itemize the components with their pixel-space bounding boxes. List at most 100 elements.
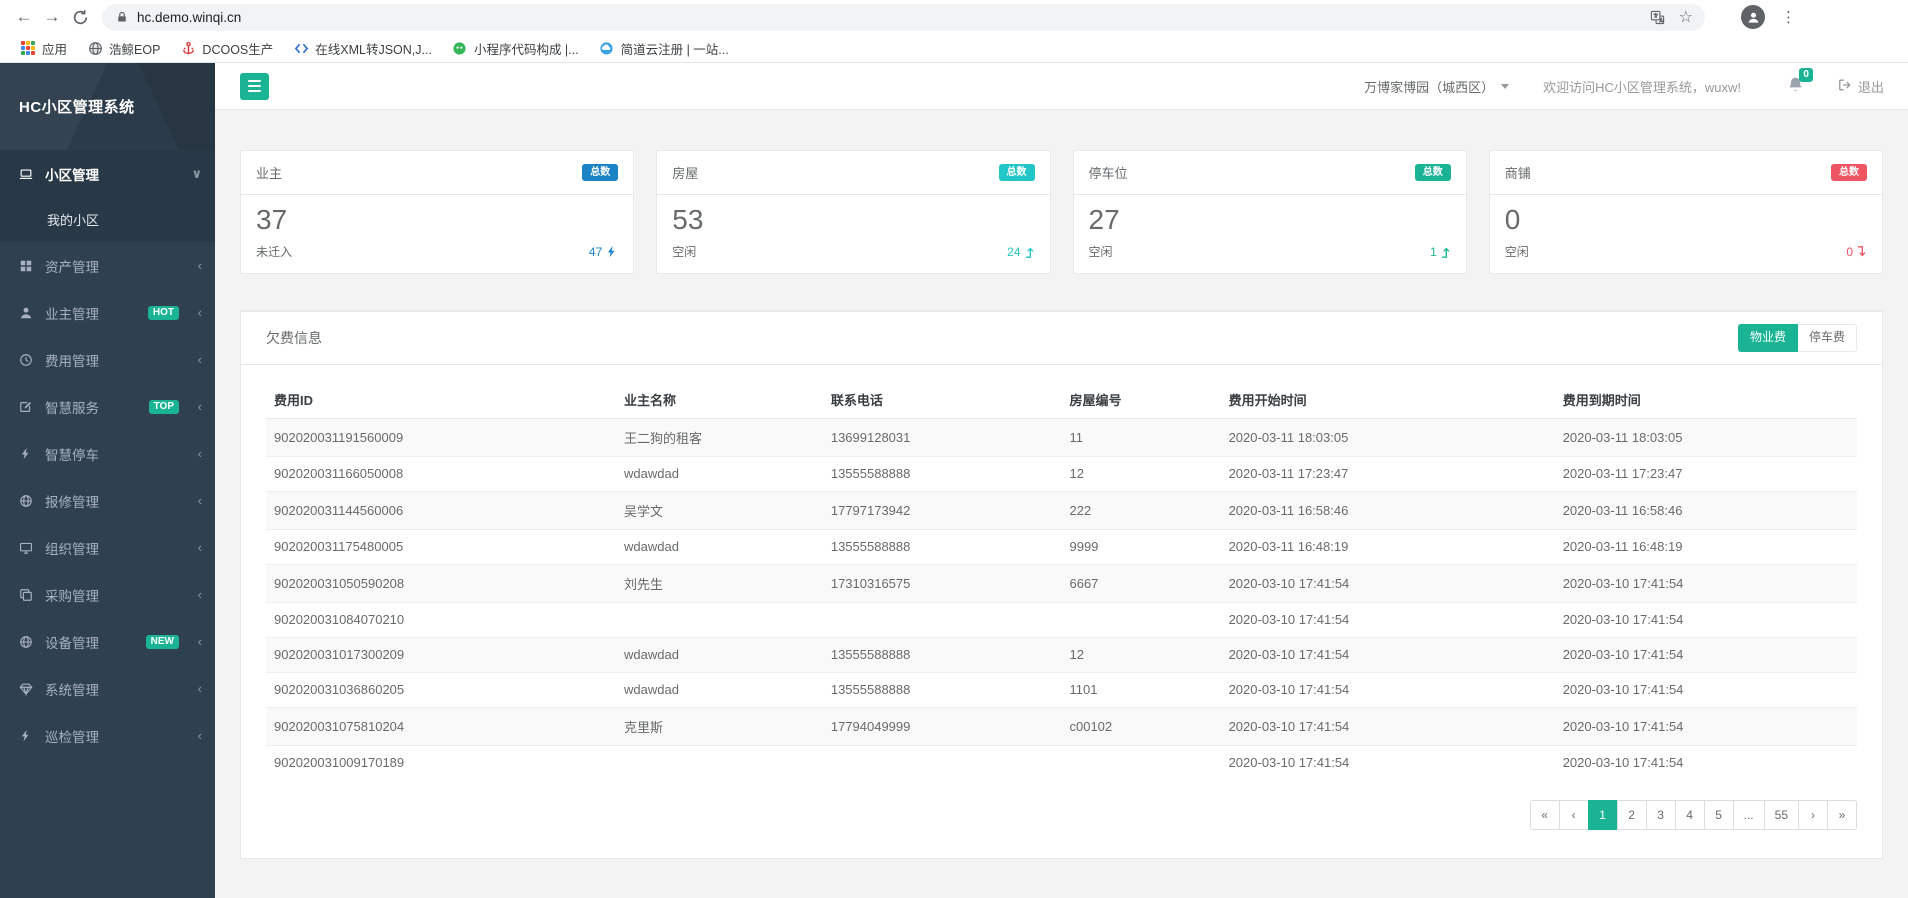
- stat-card-title: 房屋: [672, 163, 698, 182]
- reload-icon[interactable]: [66, 3, 94, 31]
- url-bar[interactable]: hc.demo.winqi.cn ☆: [102, 4, 1705, 31]
- stat-card-houses: 房屋总数53空闲24: [656, 150, 1050, 274]
- table-row: 902020031166050008wdawdad135555888881220…: [266, 456, 1857, 491]
- page-next[interactable]: ›: [1798, 800, 1828, 830]
- stat-card-footer: 空闲0: [1505, 243, 1867, 260]
- logout-button[interactable]: 退出: [1838, 77, 1884, 96]
- fee-type-tabs: 物业费停车费: [1738, 324, 1857, 352]
- page-prev[interactable]: ‹: [1559, 800, 1589, 830]
- table-cell: 2020-03-10 17:41:54: [1555, 745, 1857, 780]
- sidebar-item-repair[interactable]: 报修管理‹: [0, 477, 215, 524]
- globe-icon: [19, 635, 36, 649]
- sidebar-item-system[interactable]: 系统管理‹: [0, 665, 215, 712]
- table-cell: 902020031075810204: [266, 707, 616, 745]
- code-favicon: [293, 40, 309, 56]
- table-row: 902020031050590208刘先生1731031657566672020…: [266, 564, 1857, 602]
- translate-icon[interactable]: [1650, 10, 1665, 25]
- stat-card-footer: 空闲24: [672, 243, 1034, 260]
- stat-total-badge: 总数: [1415, 164, 1451, 181]
- sidebar-item-purchase[interactable]: 采购管理‹: [0, 571, 215, 618]
- table-cell: [616, 745, 823, 780]
- notification-count-badge: 0: [1799, 68, 1813, 82]
- sidebar-group-community: 小区管理 ∨ 我的小区: [0, 150, 215, 242]
- table-cell: 2020-03-10 17:41:54: [1221, 564, 1555, 602]
- stat-footer-number: 1: [1430, 245, 1437, 259]
- page-ellipsis[interactable]: ...: [1733, 800, 1765, 830]
- sidebar-item-smart-parking[interactable]: 智慧停车‹: [0, 430, 215, 477]
- table-cell: wdawdad: [616, 529, 823, 564]
- bookmark-item[interactable]: 在线XML转JSON,J...: [285, 36, 440, 61]
- table-cell: 902020031050590208: [266, 564, 616, 602]
- chevron-left-icon: ‹: [198, 352, 202, 367]
- chevron-down-icon: ∨: [191, 166, 202, 182]
- page-last[interactable]: »: [1827, 800, 1857, 830]
- forward-icon[interactable]: →: [38, 3, 66, 31]
- page-2[interactable]: 2: [1617, 800, 1647, 830]
- page-55[interactable]: 55: [1764, 800, 1799, 830]
- stat-footer-label: 未迁入: [256, 243, 292, 260]
- sidebar-item-community[interactable]: 小区管理 ∨: [0, 150, 215, 197]
- table-cell: 902020031084070210: [266, 602, 616, 637]
- sidebar-subitem-my-community[interactable]: 我的小区: [0, 197, 215, 242]
- profile-avatar[interactable]: [1741, 5, 1765, 29]
- stat-footer-number: 47: [589, 245, 602, 259]
- column-header: 费用开始时间: [1221, 381, 1555, 419]
- browser-menu-icon[interactable]: ⋮: [1781, 8, 1796, 26]
- lock-icon: [116, 11, 128, 23]
- table-cell: 2020-03-10 17:41:54: [1221, 707, 1555, 745]
- notifications-button[interactable]: 0: [1787, 76, 1804, 96]
- page-first[interactable]: «: [1530, 800, 1560, 830]
- bookmark-item[interactable]: 小程序代码构成 |...: [444, 36, 587, 61]
- sidebar-badge: TOP: [149, 400, 179, 414]
- sidebar-item-owner[interactable]: 业主管理HOT‹: [0, 289, 215, 336]
- address-bar-row: ← → hc.demo.winqi.cn ☆ ⋮: [0, 0, 1908, 34]
- sidebar-item-smart-service[interactable]: 智慧服务TOP‹: [0, 383, 215, 430]
- app-title: HC小区管理系统: [19, 96, 135, 117]
- sidebar-item-label: 设备管理: [45, 632, 99, 652]
- stat-card-header: 业主总数: [241, 151, 633, 195]
- bookmark-item[interactable]: 简道云注册 | 一站...: [591, 36, 737, 61]
- tab-parking-fee[interactable]: 停车费: [1798, 324, 1857, 352]
- sidebar-group-system: 系统管理‹: [0, 665, 215, 712]
- community-selector[interactable]: 万博家博园（城西区）: [1364, 77, 1509, 96]
- back-icon[interactable]: ←: [10, 3, 38, 31]
- stat-card-shops: 商铺总数0空闲0: [1489, 150, 1883, 274]
- pagination: «‹12345...55›»: [266, 800, 1857, 830]
- sidebar-item-fee[interactable]: 费用管理‹: [0, 336, 215, 383]
- bookmark-item[interactable]: 浩鲸EOP: [79, 36, 168, 61]
- app-logo: HC小区管理系统: [0, 63, 215, 150]
- sidebar: HC小区管理系统 小区管理∨我的小区资产管理‹业主管理HOT‹费用管理‹智慧服务…: [0, 63, 215, 898]
- apps-button[interactable]: 应用: [12, 36, 75, 61]
- table-cell: 2020-03-11 18:03:05: [1221, 418, 1555, 456]
- stat-card-title: 停车位: [1089, 163, 1128, 182]
- tab-property-fee[interactable]: 物业费: [1738, 324, 1798, 352]
- sidebar-item-organization[interactable]: 组织管理‹: [0, 524, 215, 571]
- page-4[interactable]: 4: [1675, 800, 1705, 830]
- page-5[interactable]: 5: [1704, 800, 1734, 830]
- stat-total-badge: 总数: [1831, 164, 1867, 181]
- stat-card-title: 业主: [256, 163, 282, 182]
- sidebar-item-label: 业主管理: [45, 303, 99, 323]
- stat-card-header: 停车位 总数: [1074, 151, 1466, 195]
- chevron-down-icon: [1501, 84, 1509, 89]
- bookmark-star-icon[interactable]: ☆: [1679, 7, 1693, 27]
- stat-value: 27: [1089, 204, 1451, 236]
- chevron-left-icon: ‹: [198, 681, 202, 696]
- sidebar-toggle-button[interactable]: [240, 73, 269, 100]
- bookmark-label: 简道云注册 | 一站...: [621, 39, 729, 58]
- bookmark-label: DCOOS生产: [202, 39, 273, 58]
- stat-card-footer: 未迁入 47: [256, 243, 618, 260]
- sidebar-item-asset[interactable]: 资产管理‹: [0, 242, 215, 289]
- sidebar-badge: HOT: [148, 306, 179, 320]
- column-header: 联系电话: [823, 381, 1062, 419]
- bookmark-item[interactable]: DCOOS生产: [172, 36, 281, 61]
- page-1[interactable]: 1: [1588, 800, 1618, 830]
- table-cell: 13555588888: [823, 529, 1062, 564]
- level-down-icon: [1856, 246, 1867, 258]
- chevron-left-icon: ‹: [198, 493, 202, 508]
- page-3[interactable]: 3: [1646, 800, 1676, 830]
- sidebar-item-inspection[interactable]: 巡检管理‹: [0, 712, 215, 759]
- bookmark-label: 在线XML转JSON,J...: [315, 39, 432, 58]
- sidebar-item-device[interactable]: 设备管理NEW‹: [0, 618, 215, 665]
- sidebar-item-label: 小区管理: [45, 164, 99, 184]
